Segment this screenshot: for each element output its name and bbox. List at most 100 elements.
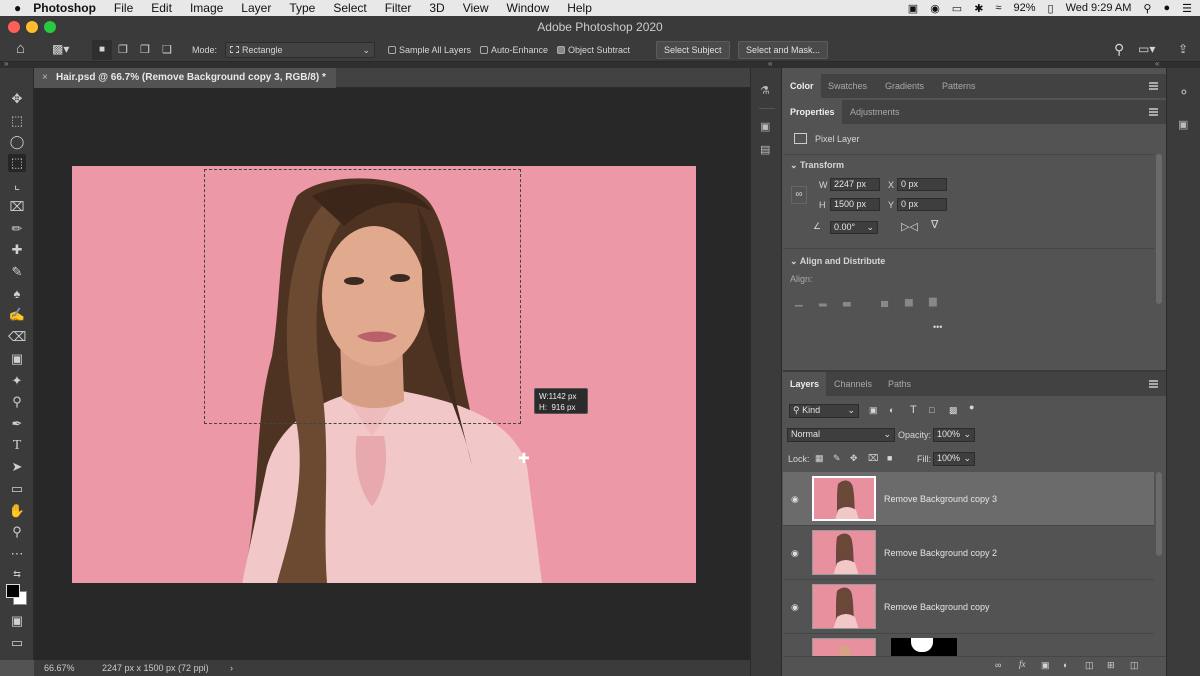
history-panel-icon[interactable]: ⚗ bbox=[760, 84, 770, 97]
crop-tool-icon[interactable]: ⌞ bbox=[8, 176, 26, 194]
menu-help[interactable]: Help bbox=[567, 1, 592, 15]
home-icon[interactable]: ⌂ bbox=[16, 40, 25, 57]
tab-properties[interactable]: Properties bbox=[783, 100, 842, 124]
pen-tool-icon[interactable]: ✒ bbox=[8, 415, 26, 433]
wifi-icon[interactable]: ≈ bbox=[995, 2, 1001, 14]
tab-paths[interactable]: Paths bbox=[881, 372, 918, 396]
layer-row-partial[interactable] bbox=[783, 634, 1154, 656]
dodge-tool-icon[interactable]: ⚲ bbox=[8, 393, 26, 411]
layer-row[interactable]: ◉ Remove Background copy bbox=[783, 580, 1154, 634]
libraries-panel-icon[interactable]: ▣ bbox=[760, 120, 770, 133]
zoom-window-button[interactable] bbox=[44, 21, 56, 33]
collapse-right-icon[interactable]: « bbox=[1155, 59, 1159, 68]
marquee-tool-icon[interactable]: ⬚ bbox=[8, 112, 26, 130]
auto-enhance-checkbox[interactable]: Auto-Enhance bbox=[480, 45, 548, 55]
angle-field[interactable]: 0.00° ⌄ bbox=[830, 221, 878, 234]
libraries-icon[interactable]: ▣ bbox=[1178, 118, 1188, 131]
x-field[interactable]: 0 px bbox=[897, 178, 947, 191]
layer-row[interactable]: ◉ Remove Background copy 2 bbox=[783, 526, 1154, 580]
swap-colors-icon[interactable]: ⇆ bbox=[8, 565, 26, 583]
menu-file[interactable]: File bbox=[114, 1, 133, 15]
new-selection-icon[interactable]: ■ bbox=[92, 40, 112, 60]
tab-adjustments[interactable]: Adjustments bbox=[843, 100, 907, 124]
zoom-level[interactable]: 66.67% bbox=[44, 660, 75, 676]
history-brush-tool-icon[interactable]: ✍ bbox=[8, 306, 26, 324]
notes-panel-icon[interactable]: ▤ bbox=[760, 143, 770, 156]
align-right-icon[interactable]: ▃ bbox=[843, 296, 851, 307]
search-icon[interactable]: ⚲ bbox=[1114, 41, 1124, 58]
apple-menu-icon[interactable]: ● bbox=[14, 1, 21, 15]
layer-mask-thumbnail[interactable] bbox=[891, 638, 957, 656]
tab-layers[interactable]: Layers bbox=[783, 372, 827, 396]
lock-artboard-icon[interactable]: ⌧ bbox=[868, 453, 878, 464]
menu-edit[interactable]: Edit bbox=[151, 1, 172, 15]
flip-horizontal-icon[interactable]: ▷◁ bbox=[901, 220, 918, 233]
menu-image[interactable]: Image bbox=[190, 1, 223, 15]
eye-icon[interactable]: ◉ bbox=[791, 603, 801, 612]
menu-list-icon[interactable]: ☰ bbox=[1182, 2, 1192, 15]
screen-icon[interactable]: ▣ bbox=[908, 2, 918, 15]
intersect-selection-icon[interactable]: ❑ bbox=[162, 43, 172, 56]
align-center-v-icon[interactable]: ▅ bbox=[905, 296, 913, 307]
filter-adjustment-icon[interactable]: ◐ bbox=[889, 405, 894, 415]
share-icon[interactable]: ⇪ bbox=[1178, 42, 1188, 56]
eye-icon[interactable]: ◉ bbox=[791, 495, 801, 504]
object-subtract-checkbox[interactable]: Object Subtract bbox=[557, 45, 630, 55]
screen-mode-icon[interactable]: ▭ bbox=[8, 634, 26, 652]
filter-smart-object-icon[interactable]: ▩ bbox=[949, 405, 958, 416]
select-subject-button[interactable]: Select Subject bbox=[656, 41, 730, 59]
align-center-h-icon[interactable]: ▂ bbox=[819, 296, 827, 307]
brush-tool-icon[interactable]: ✎ bbox=[8, 263, 26, 281]
status-arrow[interactable]: › bbox=[230, 660, 233, 676]
lock-all-icon[interactable]: ■ bbox=[887, 453, 892, 463]
filter-type-icon[interactable]: T bbox=[910, 404, 917, 416]
lasso-tool-icon[interactable]: ◯ bbox=[8, 133, 26, 151]
tab-swatches[interactable]: Swatches bbox=[821, 74, 874, 98]
align-bottom-icon[interactable]: ▆ bbox=[929, 296, 937, 307]
edit-toolbar-icon[interactable]: ⋯ bbox=[8, 545, 26, 563]
tab-patterns[interactable]: Patterns bbox=[935, 74, 983, 98]
gradient-tool-icon[interactable]: ▣ bbox=[8, 350, 26, 368]
filter-pixel-icon[interactable]: ▣ bbox=[869, 405, 878, 416]
more-options-icon[interactable]: ••• bbox=[933, 322, 942, 332]
mode-select[interactable]: Rectangle ⌄ bbox=[225, 42, 375, 58]
move-tool-icon[interactable]: ✥ bbox=[8, 90, 26, 108]
sample-all-layers-checkbox[interactable]: Sample All Layers bbox=[388, 45, 471, 55]
menu-type[interactable]: Type bbox=[289, 1, 315, 15]
link-proportions-icon[interactable]: ∞ bbox=[791, 186, 807, 204]
user-icon[interactable]: ● bbox=[1163, 2, 1170, 14]
fill-field[interactable]: 100% ⌄ bbox=[933, 452, 975, 466]
battery-icon[interactable]: ▯ bbox=[1048, 2, 1054, 15]
new-group-icon[interactable]: ◫ bbox=[1085, 660, 1094, 671]
rectangle-tool-icon[interactable]: ▭ bbox=[8, 480, 26, 498]
learn-icon[interactable]: ⚬ bbox=[1178, 84, 1190, 101]
selection-marquee[interactable] bbox=[204, 169, 521, 424]
blur-tool-icon[interactable]: ✦ bbox=[8, 372, 26, 390]
subtract-selection-icon[interactable]: ❒ bbox=[140, 43, 150, 56]
lock-transparent-icon[interactable]: ▦ bbox=[815, 453, 824, 464]
layer-row[interactable]: ◉ Remove Background copy 3 bbox=[783, 472, 1154, 526]
select-and-mask-button[interactable]: Select and Mask... bbox=[738, 41, 829, 59]
flip-vertical-icon[interactable]: ∇ bbox=[931, 218, 938, 231]
menu-select[interactable]: Select bbox=[333, 1, 366, 15]
zoom-tool-icon[interactable]: ⚲ bbox=[8, 523, 26, 541]
lock-image-icon[interactable]: ✎ bbox=[833, 453, 841, 464]
filter-shape-icon[interactable]: □ bbox=[929, 405, 934, 415]
blend-mode-select[interactable]: Normal ⌄ bbox=[787, 428, 895, 442]
close-window-button[interactable] bbox=[8, 21, 20, 33]
width-field[interactable]: 2247 px bbox=[830, 178, 880, 191]
frame-tool-icon[interactable]: ⌧ bbox=[8, 198, 26, 216]
menu-window[interactable]: Window bbox=[507, 1, 550, 15]
menu-3d[interactable]: 3D bbox=[429, 1, 444, 15]
minimize-window-button[interactable] bbox=[26, 21, 38, 33]
link-layers-icon[interactable]: ∞ bbox=[995, 660, 1001, 670]
tab-gradients[interactable]: Gradients bbox=[878, 74, 931, 98]
align-left-icon[interactable]: ▁ bbox=[795, 296, 803, 307]
layers-scrollbar[interactable] bbox=[1156, 472, 1162, 556]
height-field[interactable]: 1500 px bbox=[830, 198, 880, 211]
clock[interactable]: Wed 9:29 AM bbox=[1066, 2, 1132, 14]
align-section-toggle[interactable]: ⌄ Align and Distribute bbox=[790, 256, 885, 267]
eraser-tool-icon[interactable]: ⌫ bbox=[8, 328, 26, 346]
filter-toggle-icon[interactable]: ● bbox=[969, 402, 974, 412]
panel-menu-icon[interactable] bbox=[1149, 108, 1158, 116]
